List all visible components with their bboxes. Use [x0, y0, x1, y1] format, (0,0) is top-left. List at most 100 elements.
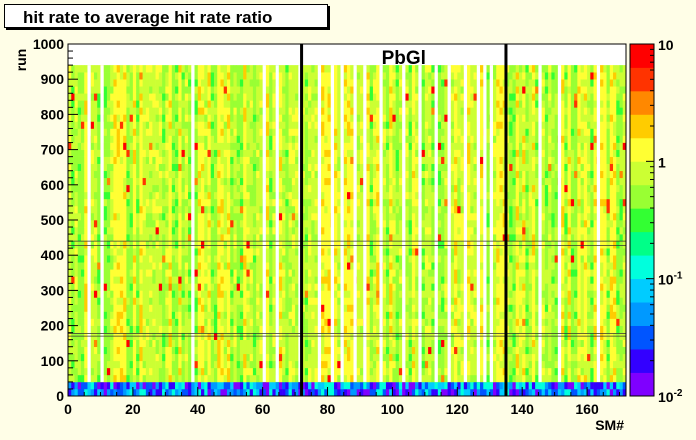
heatmap-cell — [116, 339, 121, 348]
heatmap-cell — [162, 297, 166, 305]
heatmap-cell — [207, 367, 212, 376]
heatmap-cell — [223, 191, 228, 200]
heatmap-cell — [398, 360, 403, 369]
heatmap-cell — [356, 311, 361, 319]
heatmap-cell — [217, 283, 221, 291]
heatmap-cell — [158, 283, 163, 291]
heatmap-cell — [113, 283, 117, 291]
heatmap-cell — [334, 72, 338, 80]
heatmap-cell — [385, 255, 390, 263]
heatmap-cell — [308, 86, 312, 94]
heatmap-cell — [158, 360, 163, 369]
heatmap-cell — [93, 381, 98, 390]
heatmap-cell — [119, 304, 124, 312]
heatmap-cell — [314, 283, 319, 291]
heatmap-cell — [327, 346, 332, 355]
heatmap-cell — [359, 339, 364, 348]
heatmap-cell — [265, 135, 270, 143]
heatmap-cell — [239, 170, 244, 179]
heatmap-cell — [168, 93, 173, 101]
heatmap-cell — [175, 170, 179, 179]
heatmap-cell — [123, 339, 127, 348]
heatmap-cell — [233, 255, 237, 263]
heatmap-cell — [304, 177, 309, 186]
heatmap-cell — [152, 325, 156, 333]
heatmap-cell — [181, 65, 186, 73]
heatmap-cell — [308, 318, 312, 326]
heatmap-cell — [385, 86, 390, 94]
heatmap-cell — [389, 100, 393, 108]
heatmap-cell — [155, 276, 160, 284]
heatmap-cell — [350, 191, 354, 200]
heatmap-cell — [220, 241, 225, 249]
heatmap-cell — [334, 212, 338, 221]
heatmap-cell — [80, 170, 85, 179]
heatmap-cell — [84, 65, 88, 73]
heatmap-cell — [80, 234, 85, 242]
heatmap-cell — [119, 79, 124, 87]
heatmap-cell — [116, 311, 121, 319]
heatmap-cell — [93, 318, 98, 326]
heatmap-cell — [184, 220, 189, 228]
heatmap-cell — [197, 114, 202, 122]
heatmap-cell — [103, 191, 108, 200]
heatmap-cell — [259, 114, 263, 122]
heatmap-cell — [269, 72, 273, 80]
heatmap-cell — [265, 234, 270, 242]
heatmap-cell — [376, 360, 380, 369]
heatmap-cell — [369, 79, 374, 87]
heatmap-cell — [321, 269, 325, 277]
heatmap-cell — [106, 346, 111, 355]
heatmap-cell — [405, 93, 409, 101]
heatmap-cell — [71, 163, 75, 172]
heatmap-cell — [136, 156, 140, 164]
heatmap-cell — [175, 107, 179, 115]
heatmap-cell — [126, 304, 130, 312]
heatmap-cell — [188, 325, 192, 333]
heatmap-cell — [308, 191, 312, 200]
heatmap-cell — [171, 177, 176, 186]
heatmap-cell — [201, 290, 205, 298]
heatmap-cell — [80, 374, 85, 383]
heatmap-cell — [324, 220, 328, 228]
heatmap-cell — [152, 367, 156, 376]
heatmap-cell — [158, 220, 163, 228]
heatmap-cell — [321, 339, 325, 348]
heatmap-cell — [155, 248, 160, 256]
heatmap-cell — [223, 163, 228, 172]
heatmap-cell — [197, 353, 202, 362]
heatmap-cell — [142, 149, 147, 157]
heatmap-cell — [93, 72, 98, 80]
heatmap-cell — [168, 107, 173, 115]
heatmap-cell — [311, 346, 315, 355]
heatmap-cell — [282, 205, 286, 214]
heatmap-cell — [210, 255, 215, 263]
heatmap-cell — [376, 339, 380, 348]
heatmap-cell — [142, 318, 147, 326]
heatmap-cell — [119, 121, 124, 129]
heatmap-cell — [239, 318, 244, 326]
heatmap-cell — [405, 276, 409, 284]
heatmap-cell — [142, 114, 147, 122]
heatmap-cell — [149, 318, 153, 326]
heatmap-cell — [369, 170, 374, 179]
heatmap-cell — [77, 339, 82, 348]
heatmap-cell — [123, 72, 127, 80]
heatmap-cell — [210, 227, 215, 235]
heatmap-cell — [171, 107, 176, 115]
heatmap-cell — [142, 212, 147, 221]
heatmap-cell — [93, 227, 98, 235]
heatmap-cell — [246, 72, 250, 80]
heatmap-cell — [347, 339, 351, 348]
heatmap-cell — [123, 156, 127, 164]
heatmap-cell — [201, 241, 205, 249]
heatmap-cell — [321, 234, 325, 242]
heatmap-cell — [314, 191, 319, 200]
heatmap-cell — [311, 304, 315, 312]
heatmap-cell — [168, 241, 173, 249]
heatmap-cell — [165, 142, 169, 150]
heatmap-cell — [359, 234, 364, 242]
heatmap-cell — [314, 318, 319, 326]
heatmap-cell — [239, 276, 244, 284]
heatmap-cell — [103, 269, 108, 277]
